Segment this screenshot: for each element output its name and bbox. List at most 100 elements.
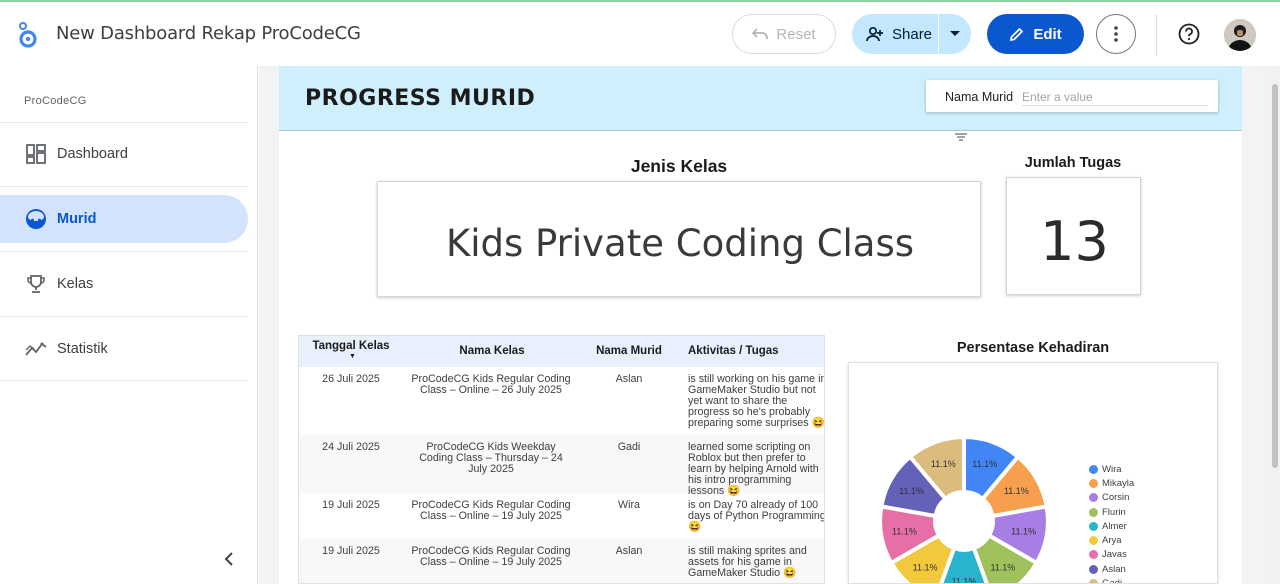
table-row[interactable]: 24 Juli 2025 ProCodeCG Kids Weekday Codi… [299, 435, 824, 497]
jenis-kelas-scorecard[interactable]: Kids Private Coding Class [377, 181, 981, 297]
legend-item-aslan[interactable]: Aslan [1089, 562, 1209, 576]
legend-item-gadi[interactable]: Gadi [1089, 576, 1209, 584]
report-header: PROGRESS MURID Nama Murid [279, 66, 1242, 131]
sidebar-item-label: Murid [57, 211, 97, 227]
sidebar-divider [0, 186, 248, 187]
sidebar-item-kelas[interactable]: Kelas [0, 260, 248, 308]
legend-label: Wira [1102, 463, 1122, 475]
cell-aktivitas: is still making sprites and assets for h… [688, 545, 807, 579]
legend-swatch [1089, 564, 1098, 574]
sidebar-item-statistik[interactable]: Statistik [0, 325, 248, 373]
legend-swatch [1089, 493, 1098, 503]
more-options-button[interactable] [1096, 14, 1136, 54]
pie-chart-svg: 11.1% 11.1% 11.1% 11.1% 11.1% 11.1% 11.1% 11.1%… [880, 437, 1048, 584]
share-button-group: Share [852, 14, 971, 54]
legend-label: Arya [1102, 535, 1122, 547]
chevron-left-icon [224, 552, 233, 566]
legend-item-almer[interactable]: Almer [1089, 519, 1209, 533]
column-header-tanggal[interactable]: Tanggal Kelas [305, 340, 397, 352]
sidebar-brand: ProCodeCG [24, 95, 87, 107]
filter-value-input[interactable] [1022, 88, 1208, 106]
pie-slice-label: 11.1% [990, 562, 1015, 572]
jumlah-tugas-scorecard[interactable]: 13 [1006, 177, 1141, 295]
report-page: PROGRESS MURID Nama Murid Jenis Kelas Ki… [279, 66, 1242, 584]
legend-label: Aslan [1102, 563, 1126, 575]
help-button[interactable] [1172, 17, 1206, 51]
sidebar-item-label: Kelas [57, 276, 94, 292]
cell-tanggal: 19 Juli 2025 [322, 499, 380, 511]
cell-nama-kelas: ProCodeCG Kids Regular Coding Class – On… [411, 499, 571, 522]
cell-aktivitas: is still working on his game in GameMake… [688, 373, 825, 429]
filter-label: Nama Murid [945, 90, 1014, 104]
table-row[interactable]: 19 Juli 2025 ProCodeCG Kids Regular Codi… [299, 493, 825, 539]
filter-list-icon[interactable] [955, 133, 967, 141]
legend-item-flurin[interactable]: Flurin [1089, 505, 1209, 519]
column-header-nama-murid[interactable]: Nama Murid [587, 345, 671, 357]
help-icon [1178, 23, 1200, 45]
scrollbar-thumb[interactable] [1272, 84, 1278, 468]
legend-swatch [1089, 521, 1098, 531]
sidebar-item-dashboard[interactable]: Dashboard [0, 130, 248, 178]
collapse-sidebar-button[interactable] [218, 548, 240, 570]
legend-label: Mikayla [1102, 477, 1135, 489]
trophy-icon [25, 273, 47, 295]
legend-swatch [1089, 507, 1098, 517]
legend-item-arya[interactable]: Arya [1089, 533, 1209, 547]
chart-legend: Wira Mikayla Corsin Flurin Almer Arya Javas Asl… [1089, 462, 1209, 584]
edit-label: Edit [1033, 25, 1062, 43]
looker-studio-logo-icon[interactable] [16, 21, 40, 49]
reset-button[interactable]: Reset [732, 14, 836, 54]
sort-descending-icon[interactable]: ▼ [349, 353, 356, 360]
nama-murid-filter[interactable]: Nama Murid [926, 80, 1218, 112]
column-header-aktivitas[interactable]: Aktivitas / Tugas [688, 345, 824, 357]
dashboard-icon [25, 143, 47, 165]
progress-table[interactable]: Tanggal Kelas ▼ Nama Kelas Nama Murid Ak… [298, 335, 825, 584]
pie-slice-label: 11.1% [1004, 486, 1029, 496]
column-header-nama-kelas[interactable]: Nama Kelas [407, 345, 577, 357]
share-dropdown-button[interactable] [939, 14, 971, 54]
pie-slice-label: 11.1% [913, 562, 938, 572]
jumlah-tugas-label: Jumlah Tugas [1024, 155, 1122, 171]
table-row[interactable]: 19 Juli 2025 ProCodeCG Kids Regular Codi… [299, 539, 824, 583]
share-button[interactable]: Share [852, 14, 938, 54]
sidebar-item-label: Dashboard [57, 146, 128, 162]
edit-button[interactable]: Edit [987, 14, 1084, 54]
legend-label: Corsin [1102, 492, 1130, 504]
share-label: Share [892, 25, 933, 43]
sidebar-item-label: Statistik [57, 341, 108, 357]
pie-slice-label: 11.1% [1011, 527, 1036, 537]
legend-item-corsin[interactable]: Corsin [1089, 491, 1209, 505]
top-bar: New Dashboard Rekap ProCodeCG Reset Shar… [0, 2, 1280, 66]
legend-swatch [1089, 536, 1098, 546]
add-person-icon [866, 26, 883, 42]
legend-label: Javas [1102, 549, 1127, 561]
app-title[interactable]: New Dashboard Rekap ProCodeCG [56, 23, 361, 44]
reset-label: Reset [776, 25, 816, 43]
kehadiran-pie-chart[interactable]: 11.1% 11.1% 11.1% 11.1% 11.1% 11.1% 11.1% 11.1%… [848, 362, 1218, 584]
page-scrollbar[interactable] [1270, 66, 1280, 584]
cell-nama-murid: Aslan [615, 545, 643, 557]
cell-tanggal: 24 Juli 2025 [322, 441, 380, 453]
pie-slice-label: 11.1% [972, 459, 997, 469]
sidebar-divider [0, 122, 248, 123]
table-header: Tanggal Kelas ▼ Nama Kelas Nama Murid Ak… [299, 336, 824, 367]
report-title: PROGRESS MURID [305, 86, 536, 111]
avatar-image-icon [1224, 19, 1256, 51]
sidebar-item-murid[interactable]: Murid [0, 195, 248, 243]
cell-aktivitas: is on Day 70 already of 100 days of Pyth… [688, 499, 825, 533]
legend-item-mikayla[interactable]: Mikayla [1089, 476, 1209, 490]
pie-slice-label: 11.1% [952, 577, 977, 584]
cell-nama-murid: Wira [618, 499, 640, 511]
legend-item-wira[interactable]: Wira [1089, 462, 1209, 476]
table-row[interactable]: 26 Juli 2025 ProCodeCG Kids Regular Codi… [299, 367, 825, 435]
legend-swatch [1089, 579, 1098, 583]
legend-item-javas[interactable]: Javas [1089, 548, 1209, 562]
face-icon [25, 208, 47, 230]
jenis-kelas-label: Jenis Kelas [630, 156, 728, 176]
pie-slice-label: 11.1% [899, 486, 924, 496]
legend-label: Gadi [1102, 578, 1123, 584]
user-avatar[interactable] [1224, 19, 1256, 51]
pie-slice-label: 11.1% [892, 527, 917, 537]
cell-nama-murid: Aslan [615, 373, 643, 385]
more-vertical-icon [1114, 26, 1118, 42]
